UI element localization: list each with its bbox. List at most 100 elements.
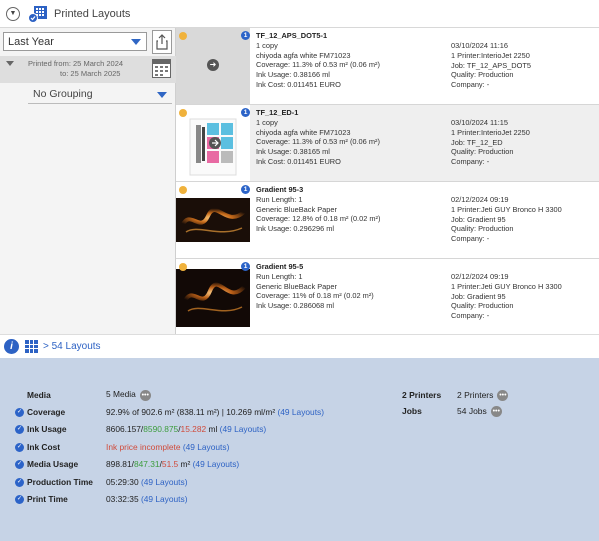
summary-printers: 2 Printers 2 Printers ••• <box>402 387 509 403</box>
layout-line: 1 copy <box>256 40 278 50</box>
summary-ink-cost: ✓ Ink Cost Ink price incomplete (49 Layo… <box>15 439 229 455</box>
layout-thumbnail: ➜ <box>176 28 250 104</box>
summary-label: Production Time <box>27 477 93 487</box>
layout-job: Job: Gradient 95 <box>451 214 506 224</box>
layout-quality: Quality: Production <box>451 301 514 311</box>
media-value: 5 Media <box>106 389 136 400</box>
layout-line: Run Length: 1 <box>256 194 303 204</box>
check-icon: ✓ <box>15 407 24 417</box>
layout-date: 03/10/2024 11:16 <box>451 41 508 50</box>
summary-production-time: ✓ Production Time 05:29:30 (49 Layouts) <box>15 474 188 490</box>
status-dot <box>179 186 187 194</box>
layout-name: Gradient 95-5 <box>256 262 304 271</box>
layout-row[interactable]: 1 TF_12_ED-1 1 copy chiyoda agfa white F… <box>176 105 599 182</box>
layouts-link[interactable]: (49 Layouts) <box>141 494 188 504</box>
layout-line: chiyoda agfa white FM71023 <box>256 127 351 137</box>
check-icon: ✓ <box>15 477 24 487</box>
layout-date: 03/10/2024 11:15 <box>451 118 508 127</box>
layout-line: Coverage: 12.8% of 0.18 m² (0.02 m²) <box>256 214 381 224</box>
summary-label: Jobs <box>402 406 422 416</box>
layout-job: Job: TF_12_ED <box>451 137 503 147</box>
check-icon: ✓ <box>15 494 24 504</box>
layouts-link[interactable]: (49 Layouts) <box>183 442 230 452</box>
arrow-right-icon: ➜ <box>207 59 219 71</box>
check-icon: ✓ <box>15 424 24 434</box>
expand-triangle-icon[interactable] <box>6 61 14 66</box>
info-icon[interactable]: i <box>4 339 19 354</box>
layout-line: Run Length: 1 <box>256 271 303 281</box>
layout-name: TF_12_APS_DOT5-1 <box>256 31 328 40</box>
summary-value: 92.9% of 902.6 m² (838.11 m²) | 10.269 m… <box>106 407 324 417</box>
printers-value: 2 Printers <box>457 390 494 400</box>
layout-line: Ink Usage: 0.296296 ml <box>256 224 335 234</box>
layout-line: Generic BlueBack Paper <box>256 281 337 291</box>
collapse-button[interactable]: ▼ <box>6 6 20 21</box>
summary-value: 05:29:30 (49 Layouts) <box>106 477 188 487</box>
page-title: Printed Layouts <box>54 7 131 20</box>
summary-ink-usage: ✓ Ink Usage 8606.157/8590.875/15.282 ml … <box>15 421 266 437</box>
jobs-value: 54 Jobs <box>457 406 487 416</box>
date-range-row: Printed from: 25 March 2024 to: 25 March… <box>0 56 176 83</box>
summary-panel: Media 5 Media ••• ✓ Coverage 92.9% of 902… <box>0 358 599 541</box>
layouts-link[interactable]: (49 Layouts) <box>277 407 324 417</box>
layout-quality: Quality: Production <box>451 70 514 80</box>
layout-printer: 1 Printer:InterioJet 2250 <box>451 127 530 137</box>
summary-label: Media Usage <box>27 459 79 469</box>
check-icon: ✓ <box>15 442 24 452</box>
layout-line: 1 copy <box>256 117 278 127</box>
period-select[interactable]: Last Year <box>3 32 147 51</box>
layout-info: TF_12_ED-1 1 copy chiyoda agfa white FM7… <box>256 108 380 167</box>
more-icon[interactable]: ••• <box>497 389 509 401</box>
layout-list: ➜ 1 TF_12_APS_DOT5-1 1 copy chiyoda agfa… <box>176 28 599 334</box>
copies-badge: 1 <box>241 262 250 271</box>
layout-line: Ink Cost: 0.011451 EURO <box>256 79 341 89</box>
layout-quality: Quality: Production <box>451 224 514 234</box>
layout-line: Coverage: 11.3% of 0.53 m² (0.06 m²) <box>256 137 380 147</box>
layout-line: Ink Cost: 0.011451 EURO <box>256 156 341 166</box>
layout-meta: 03/10/2024 11:15 1 Printer:InterioJet 22… <box>451 118 530 167</box>
print-time-value: 03:32:35 <box>106 494 139 504</box>
layouts-count-link[interactable]: > 54 Layouts <box>43 341 101 352</box>
media-green: 847.31 <box>133 459 160 469</box>
layouts-link[interactable]: (49 Layouts) <box>220 424 267 434</box>
grouping-select[interactable]: No Grouping <box>28 85 172 104</box>
layout-name: Gradient 95-3 <box>256 185 304 194</box>
copies-badge: 1 <box>241 31 250 40</box>
layout-row[interactable]: ➜ 1 TF_12_APS_DOT5-1 1 copy chiyoda agfa… <box>176 28 599 105</box>
media-total: 898.81/ <box>106 459 134 469</box>
period-select-value: Last Year <box>8 35 54 48</box>
status-dot <box>179 263 187 271</box>
export-button[interactable] <box>152 30 172 54</box>
top-bar: ▼ Printed Layouts <box>0 0 599 28</box>
summary-value: 8606.157/8590.875/15.282 ml (49 Layouts) <box>106 424 266 434</box>
ink-total: 8606.157/ <box>106 424 144 434</box>
layout-meta: 03/10/2024 11:16 1 Printer:InterioJet 22… <box>451 41 531 90</box>
chevron-down-icon: ▼ <box>9 10 17 17</box>
layout-quality: Quality: Production <box>451 147 514 157</box>
unit: ml <box>206 424 218 434</box>
summary-jobs: Jobs 54 Jobs ••• <box>402 403 508 419</box>
calendar-icon[interactable] <box>152 59 171 78</box>
layout-company: Company: - <box>451 157 490 167</box>
summary-value: 898.81/847.31/51.5 m² (49 Layouts) <box>106 459 239 469</box>
filter-panel: Last Year Printed from: 25 March 2024 to… <box>0 28 176 334</box>
summary-label: 2 Printers <box>402 390 442 400</box>
layout-row[interactable]: 1 Gradient 95-3 Run Length: 1 Generic Bl… <box>176 182 599 259</box>
layout-info: Gradient 95-5 Run Length: 1 Generic Blue… <box>256 262 374 311</box>
copies-badge: 1 <box>241 185 250 194</box>
grid-icon[interactable] <box>25 340 38 353</box>
status-dot <box>179 32 187 40</box>
ink-green: 8590.875 <box>143 424 179 434</box>
more-icon[interactable]: ••• <box>139 389 151 401</box>
layout-line: Generic BlueBack Paper <box>256 204 337 214</box>
chevron-down-icon <box>131 39 141 45</box>
summary-media-usage: ✓ Media Usage 898.81/847.31/51.5 m² (49 … <box>15 456 239 472</box>
summary-label: Print Time <box>27 494 68 504</box>
layout-thumbnail <box>176 105 250 181</box>
media-red: 51.5 <box>161 459 179 469</box>
layout-row[interactable]: 1 Gradient 95-5 Run Length: 1 Generic Bl… <box>176 259 599 336</box>
layouts-link[interactable]: (49 Layouts) <box>141 477 188 487</box>
layouts-link[interactable]: (49 Layouts) <box>193 459 240 469</box>
more-icon[interactable]: ••• <box>490 405 502 417</box>
layout-line: Ink Usage: 0.38165 ml <box>256 147 330 157</box>
